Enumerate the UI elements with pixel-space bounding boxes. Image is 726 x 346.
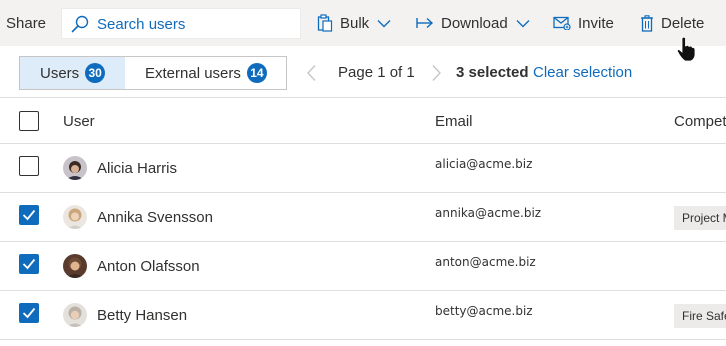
trash-icon — [641, 14, 653, 32]
download-label: Download — [441, 14, 508, 32]
table-row[interactable]: Betty Hansen betty@acme.biz Fire Safe — [0, 291, 726, 340]
user-name[interactable]: Betty Hansen — [97, 307, 187, 324]
chevron-right-icon[interactable] — [428, 64, 444, 82]
chevron-down-icon — [377, 19, 391, 27]
user-email: anton@acme.biz — [435, 255, 536, 269]
invite-label: Invite — [578, 14, 614, 32]
table-header: User Email Compet — [0, 97, 726, 144]
user-name[interactable]: Anton Olafsson — [97, 258, 200, 275]
column-header-user[interactable]: User — [63, 113, 95, 130]
table-row[interactable]: Alicia Harris alicia@acme.biz — [0, 144, 726, 193]
row-checkbox[interactable] — [19, 254, 39, 274]
column-header-competence[interactable]: Compet — [674, 113, 726, 130]
user-email: alicia@acme.biz — [435, 157, 533, 171]
user-email: annika@acme.biz — [435, 206, 542, 220]
avatar — [63, 303, 87, 327]
tab-external-users[interactable]: External users 14 — [125, 57, 267, 89]
user-name[interactable]: Alicia Harris — [97, 160, 177, 177]
download-arrow-icon — [416, 17, 434, 29]
count-badge: 30 — [85, 63, 106, 83]
checkmark-icon — [22, 258, 36, 270]
user-type-tabs: Users 30 External users 14 — [19, 56, 287, 90]
row-checkbox[interactable] — [19, 205, 39, 225]
row-checkbox[interactable] — [19, 303, 39, 323]
user-name[interactable]: Annika Svensson — [97, 209, 213, 226]
row-checkbox[interactable] — [19, 156, 39, 176]
invite-mail-icon — [553, 16, 571, 30]
clipboard-icon — [317, 14, 333, 32]
select-all-checkbox[interactable] — [19, 111, 39, 131]
share-label[interactable]: Share — [6, 15, 46, 32]
selected-count: 3 selected — [456, 64, 529, 81]
checkmark-icon — [22, 307, 36, 319]
delete-label: Delete — [661, 14, 705, 32]
invite-button[interactable]: Invite — [553, 13, 614, 33]
table-row[interactable]: Annika Svensson annika@acme.biz Project … — [0, 193, 726, 242]
search-input[interactable]: Search users — [97, 16, 185, 33]
table-row[interactable]: Anton Olafsson anton@acme.biz — [0, 242, 726, 291]
avatar — [63, 156, 87, 180]
search-box[interactable]: Search users — [61, 8, 301, 39]
bulk-button[interactable]: Bulk — [317, 13, 391, 33]
search-icon — [71, 15, 89, 33]
avatar — [63, 254, 87, 278]
tab-users[interactable]: Users 30 — [20, 57, 125, 89]
page-indicator: Page 1 of 1 — [338, 64, 415, 81]
download-button[interactable]: Download — [416, 13, 530, 33]
column-header-email[interactable]: Email — [435, 113, 473, 130]
chevron-left-icon[interactable] — [304, 64, 320, 82]
clear-selection-link[interactable]: Clear selection — [533, 64, 632, 81]
bulk-label: Bulk — [340, 14, 370, 32]
user-email: betty@acme.biz — [435, 304, 533, 318]
count-badge: 14 — [246, 63, 267, 83]
competence-tag: Fire Safe — [674, 304, 726, 328]
checkmark-icon — [22, 209, 36, 221]
delete-button[interactable]: Delete — [640, 13, 704, 33]
command-bar: Share Search users Bulk Download Invite … — [0, 0, 726, 46]
competence-tag: Project M — [674, 206, 726, 230]
hand-cursor-icon — [677, 36, 696, 62]
avatar — [63, 205, 87, 229]
tab-label: Users — [40, 64, 80, 82]
chevron-down-icon — [516, 19, 530, 27]
tab-label: External users — [145, 64, 241, 82]
